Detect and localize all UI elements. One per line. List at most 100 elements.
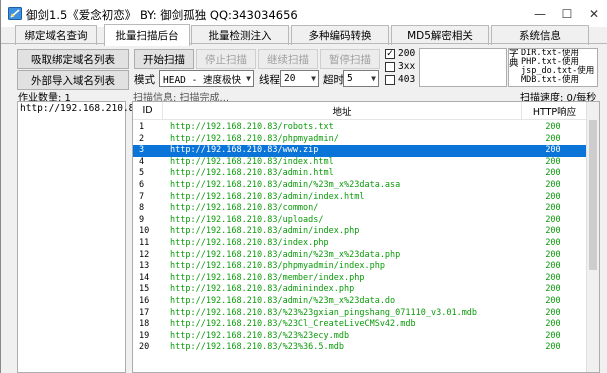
table-row[interactable]: 18 http://192.168.210.83/%23Cl_CreateLive… <box>133 319 587 331</box>
table-row[interactable]: 3 http://192.168.210.83/www.zip 200 <box>133 145 587 157</box>
dict-file-item[interactable]: MDB.txt-使用 <box>521 76 579 85</box>
table-row[interactable]: 2 http://192.168.210.83/phpmyadmin/200 <box>133 134 587 146</box>
minimize-button[interactable]: — <box>527 0 553 27</box>
row-url: http://192.168.210.83/phpmyadmin/index.p… <box>170 261 385 272</box>
column-header-address[interactable]: 地址 <box>163 102 522 120</box>
checkbox-3xx[interactable] <box>385 62 395 72</box>
dictionary-list[interactable]: 字典 DIR.txt-使用 PHP.txt-使用 jsp_do.txt-使用 M… <box>508 48 598 87</box>
row-http-code: 200 <box>545 214 561 225</box>
checkbox-403-label: 403 <box>398 74 416 85</box>
row-http-code: 200 <box>545 319 561 330</box>
tab-domain-query[interactable]: 绑定域名查询 <box>15 25 97 45</box>
table-row[interactable]: 16 http://192.168.210.83/admin/%23m_x%23d… <box>133 296 587 308</box>
column-header-id[interactable]: ID <box>133 102 163 120</box>
table-row[interactable]: 10 http://192.168.210.83/admin/index.php 2… <box>133 226 587 238</box>
timeout-value: 5 <box>347 73 353 84</box>
chevron-down-icon: ▼ <box>246 74 251 83</box>
row-id: 13 <box>139 261 150 272</box>
row-http-code: 200 <box>545 133 561 144</box>
table-row[interactable]: 12 http://192.168.210.83/admin/%23m_x%23d… <box>133 250 587 262</box>
row-url: http://192.168.210.83/admin/%23m_x%23dat… <box>170 296 396 306</box>
timeout-select[interactable]: 5 ▼ <box>343 70 379 87</box>
continue-scan-button[interactable]: 继续扫描 <box>258 49 318 69</box>
row-http-code: 200 <box>545 342 561 353</box>
tab-encoding-convert[interactable]: 多种编码转换 <box>291 25 389 45</box>
table-row[interactable]: 19 http://192.168.210.83/%23%23ecy.mdb 200 <box>133 331 587 343</box>
row-id: 10 <box>139 226 150 237</box>
row-id: 5 <box>139 168 145 179</box>
checkbox-200[interactable]: ✓ <box>385 49 395 59</box>
fetch-domains-button[interactable]: 吸取绑定域名列表 <box>17 49 129 69</box>
table-row[interactable]: 17 http://192.168.210.83/%23%23gxian_ping… <box>133 308 587 320</box>
mode-select[interactable]: HEAD - 速度极快 ▼ <box>159 70 254 87</box>
row-http-code: 200 <box>545 226 561 237</box>
table-row[interactable]: 4 http://192.168.210.83/index.html 200 <box>133 157 587 169</box>
vertical-scrollbar[interactable] <box>586 102 599 372</box>
row-http-code: 200 <box>545 272 561 283</box>
list-item[interactable]: http://192.168.210.83 <box>20 103 140 114</box>
row-url: http://192.168.210.83/robots.txt <box>170 122 334 132</box>
row-id: 12 <box>139 249 150 260</box>
results-table[interactable]: ID 地址 HTTP响应 1 http://192.168.210.83/robo… <box>132 101 600 373</box>
row-url: http://192.168.210.83/admin.html <box>170 168 334 179</box>
mode-value: HEAD - 速度极快 <box>163 74 242 86</box>
threads-select[interactable]: 20 ▼ <box>280 70 319 87</box>
domain-list[interactable]: http://192.168.210.83 <box>17 101 140 373</box>
row-url: http://192.168.210.83/uploads/ <box>170 214 324 225</box>
chevron-down-icon: ▼ <box>371 74 376 83</box>
threads-value: 20 <box>284 73 296 84</box>
table-row[interactable]: 13 http://192.168.210.83/phpmyadmin/index… <box>133 261 587 273</box>
row-url: http://192.168.210.83/%23%36.5.mdb <box>170 342 344 353</box>
row-http-code: 200 <box>545 168 561 179</box>
row-url: http://192.168.210.83/adminindex.php <box>170 284 355 295</box>
import-domains-button[interactable]: 外部导入域名列表 <box>17 70 129 90</box>
row-id: 2 <box>139 133 145 144</box>
tab-md5-decrypt[interactable]: MD5解密相关 <box>391 25 489 45</box>
stop-scan-button[interactable]: 停止扫描 <box>196 49 256 69</box>
pause-scan-button[interactable]: 暂停扫描 <box>320 49 380 69</box>
row-id: 6 <box>139 180 145 190</box>
table-row[interactable]: 11 http://192.168.210.83/index.php 200 <box>133 238 587 250</box>
table-row[interactable]: 8 http://192.168.210.83/common/200 <box>133 203 587 215</box>
custom-input-box[interactable] <box>419 48 507 87</box>
window-title: 御剑1.5《爱念初恋》 BY: 御剑孤独 QQ:343034656 <box>26 8 298 22</box>
table-row[interactable]: 20 http://192.168.210.83/%23%36.5.mdb 200 <box>133 342 587 354</box>
start-scan-button[interactable]: 开始扫描 <box>134 49 194 69</box>
row-url: http://192.168.210.83/member/index.php <box>170 272 365 283</box>
row-http-code: 200 <box>545 249 561 260</box>
checkbox-200-label: 200 <box>398 48 416 59</box>
row-id: 4 <box>139 156 145 167</box>
row-url: http://192.168.210.83/admin/%23m_x%23dat… <box>170 249 401 260</box>
table-row[interactable]: 15 http://192.168.210.83/adminindex.php 20… <box>133 284 587 296</box>
tab-batch-scan-admin[interactable]: 批量扫描后台 <box>104 24 190 46</box>
close-button[interactable]: ✕ <box>581 0 607 27</box>
table-row[interactable]: 14 http://192.168.210.83/member/index.php… <box>133 273 587 285</box>
sword-app-icon <box>8 7 22 20</box>
row-http-code: 200 <box>545 261 561 272</box>
row-id: 15 <box>139 284 150 295</box>
chevron-down-icon: ▼ <box>311 74 316 83</box>
table-row[interactable]: 6 http://192.168.210.83/admin/%23m_x%23da… <box>133 180 587 192</box>
table-row[interactable]: 7 http://192.168.210.83/admin/index.html 2… <box>133 192 587 204</box>
row-http-code: 200 <box>545 180 561 190</box>
row-id: 3 <box>139 145 145 156</box>
tab-system-info[interactable]: 系统信息 <box>491 25 589 45</box>
row-url: http://192.168.210.83/phpmyadmin/ <box>170 133 339 144</box>
row-http-code: 200 <box>545 296 561 306</box>
row-url: http://192.168.210.83/index.php <box>170 238 329 248</box>
row-id: 18 <box>139 319 150 330</box>
table-row[interactable]: 5 http://192.168.210.83/admin.html 200 <box>133 168 587 180</box>
tab-strip: 绑定域名查询 批量扫描后台 批量检测注入 多种编码转换 MD5解密相关 系统信息 <box>1 24 607 46</box>
row-id: 17 <box>139 307 150 318</box>
tab-batch-injection[interactable]: 批量检测注入 <box>191 25 289 45</box>
checkbox-403[interactable] <box>385 75 395 85</box>
row-url: http://192.168.210.83/%23%23ecy.mdb <box>170 330 350 341</box>
table-row[interactable]: 1 http://192.168.210.83/robots.txt 200 <box>133 122 587 134</box>
scrollbar-thumb[interactable] <box>589 120 597 270</box>
column-header-http[interactable]: HTTP响应 <box>522 102 588 120</box>
maximize-icon[interactable]: ☐ <box>554 0 580 27</box>
row-id: 11 <box>139 238 150 248</box>
table-row[interactable]: 9 http://192.168.210.83/uploads/200 <box>133 215 587 227</box>
row-id: 19 <box>139 330 150 341</box>
row-url: http://192.168.210.83/admin/%23m_x%23dat… <box>170 180 401 190</box>
